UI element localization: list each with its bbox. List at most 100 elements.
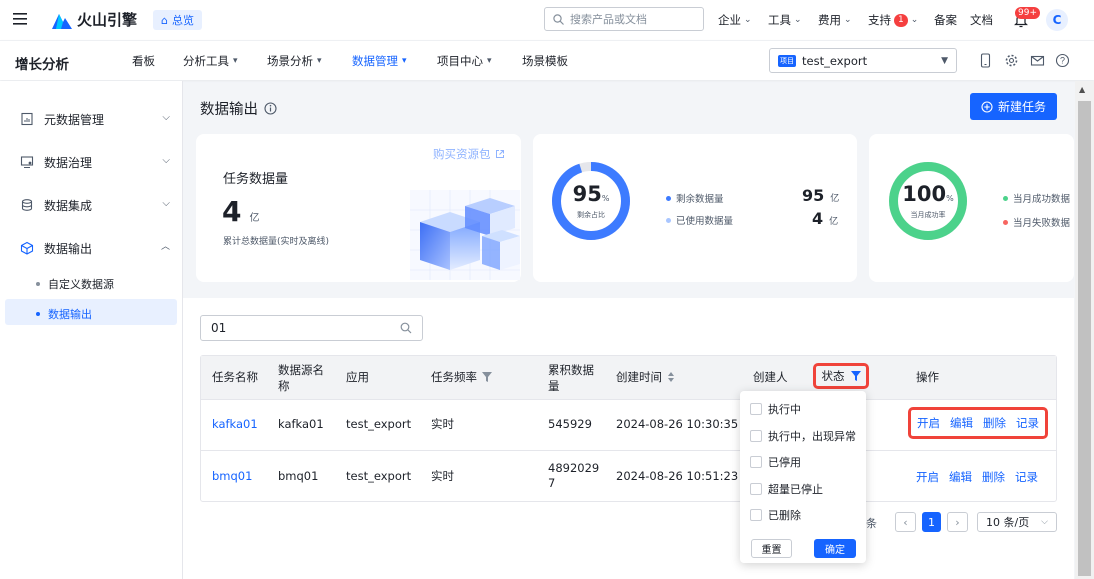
task-volume-label: 任务数据量 (223, 172, 289, 187)
status-option-deleted[interactable]: 已删除 (750, 507, 801, 523)
search-input[interactable]: 搜索产品或文档 (544, 7, 704, 31)
sidebar-item-label: 数据治理 (44, 155, 93, 170)
sidebar-item-output[interactable]: 数据输出 ︿ (20, 238, 170, 258)
cell-source: kafka01 (278, 417, 324, 431)
table-row: bmq01 bmq01 test_export 实时 4892029 7 2024… (201, 450, 1056, 501)
checkbox[interactable] (750, 483, 762, 495)
monitor-icon (20, 156, 34, 168)
tab-dashboard[interactable]: 看板 (132, 53, 155, 69)
row-operations: 开启 编辑 删除 记录 (917, 415, 1039, 431)
task-name-link[interactable]: kafka01 (212, 417, 258, 432)
cell-created: 2024-08-26 10:51:23 (616, 469, 739, 483)
mobile-icon[interactable] (978, 53, 993, 68)
remaining-ring: 95% 剩余占比 (551, 161, 631, 241)
nav-docs[interactable]: 文档 (970, 12, 993, 28)
sidebar-item-integration[interactable]: 数据集成 ⌵ (20, 195, 170, 215)
remaining-ring-label: 剩余占比 (577, 211, 605, 219)
remaining-ring-value: 95% (572, 182, 610, 206)
help-icon[interactable]: ? (1055, 53, 1070, 68)
edit-button[interactable]: 编辑 (949, 469, 972, 485)
support-badge: 1 (894, 13, 908, 27)
tab-scenario-analysis[interactable]: 场景分析 ▾ (267, 53, 322, 69)
app-nav-bar: 增长分析 看板 分析工具 ▾ 场景分析 ▾ 数据管理 ▾ 项目中心 ▾ 场景模板 项目 … (0, 40, 1094, 80)
sidebar-item-governance[interactable]: 数据治理 ⌵ (20, 152, 170, 172)
checkbox[interactable] (750, 403, 762, 415)
checkbox[interactable] (750, 509, 762, 521)
sidebar-sub-custom-source[interactable]: 自定义数据源 (36, 276, 114, 292)
remaining-value: 95 亿 (802, 186, 840, 205)
nav-tools[interactable]: 工具 ⌄ (768, 12, 802, 28)
search-placeholder: 搜索产品或文档 (570, 13, 647, 26)
search-icon[interactable] (400, 322, 412, 334)
success-ring-label: 当月成功率 (910, 211, 946, 219)
prev-page-button[interactable]: ‹ (895, 512, 916, 532)
tab-project-center[interactable]: 项目中心 ▾ (437, 53, 492, 69)
status-option-over-limit[interactable]: 超量已停止 (750, 481, 823, 497)
next-page-button[interactable]: › (947, 512, 968, 532)
cell-source: bmq01 (278, 469, 319, 483)
edit-button[interactable]: 编辑 (950, 415, 973, 431)
sidebar-sub-data-output[interactable]: 数据输出 (36, 306, 92, 322)
cube-icon (20, 241, 34, 255)
chevron-down-icon: ⌵ (1041, 517, 1048, 527)
sort-icon[interactable] (667, 371, 675, 383)
sidebar-item-metadata[interactable]: 元数据管理 ⌵ (20, 109, 170, 129)
delete-button[interactable]: 删除 (983, 415, 1006, 431)
task-name-link[interactable]: bmq01 (212, 469, 252, 484)
mail-icon[interactable] (1030, 53, 1045, 68)
col-status: 状态 (821, 369, 845, 383)
task-search-input[interactable]: 01 (200, 315, 423, 341)
status-option-stopped[interactable]: 已停用 (750, 454, 801, 470)
tab-data-management[interactable]: 数据管理 ▾ (352, 53, 407, 69)
enable-button[interactable]: 开启 (917, 415, 940, 431)
confirm-button[interactable]: 确定 (814, 539, 856, 558)
record-button[interactable]: 记录 (1016, 415, 1039, 431)
checkbox[interactable] (750, 456, 762, 468)
scrollbar-thumb[interactable] (1078, 101, 1091, 576)
nav-billing[interactable]: 费用 ⌄ (818, 12, 852, 28)
nav-filing[interactable]: 备案 (934, 12, 957, 28)
info-icon[interactable] (264, 102, 277, 115)
nav-support[interactable]: 支持 1 ⌄ (868, 12, 918, 28)
page-size-select[interactable]: 10 条/页 ⌵ (977, 512, 1057, 532)
cell-app: test_export (346, 417, 412, 431)
plus-circle-icon (981, 100, 993, 113)
tab-scenario-templates[interactable]: 场景模板 (522, 53, 568, 69)
overview-label: 总览 (171, 14, 194, 27)
chevron-down-icon: ⌵ (162, 112, 170, 123)
legend-dot (1003, 195, 1008, 201)
filter-icon[interactable] (482, 372, 492, 382)
page-current[interactable]: 1 (922, 512, 941, 532)
gear-icon[interactable] (1004, 53, 1019, 68)
avatar[interactable]: C (1046, 9, 1068, 31)
delete-button[interactable]: 删除 (982, 469, 1005, 485)
status-option-running-error[interactable]: 执行中，出现异常 (750, 428, 856, 444)
caret-down-icon: ▾ (317, 56, 322, 66)
status-option-running[interactable]: 执行中 (750, 401, 801, 417)
success-ring: 100% 当月成功率 (888, 161, 968, 241)
scroll-up-icon[interactable]: ▲ (1079, 85, 1085, 94)
col-status-filter-highlight[interactable]: 状态 (813, 363, 869, 389)
record-button[interactable]: 记录 (1015, 469, 1038, 485)
project-name: test_export (802, 53, 868, 68)
brand-name: 火山引擎 (77, 11, 138, 29)
new-task-button[interactable]: 新建任务 (970, 93, 1057, 120)
col-task-name: 任务名称 (212, 370, 258, 384)
project-select[interactable]: 项目 test_export ▼ (769, 48, 957, 73)
sidebar-sub-label: 数据输出 (48, 308, 92, 321)
checkbox[interactable] (750, 430, 762, 442)
buy-resource-link[interactable]: 购买资源包 (433, 146, 505, 162)
enable-button[interactable]: 开启 (916, 469, 939, 485)
col-creator: 创建人 (753, 370, 788, 384)
cell-frequency: 实时 (431, 469, 454, 483)
overview-chip[interactable]: ⌂ 总览 (153, 10, 202, 30)
reset-button[interactable]: 重置 (751, 539, 792, 558)
chevron-down-icon: ⌄ (794, 15, 802, 25)
nav-enterprise[interactable]: 企业 ⌄ (718, 12, 752, 28)
filter-icon[interactable] (850, 371, 861, 381)
pagination-total: 条 (866, 517, 877, 530)
sidebar-item-label: 数据输出 (44, 241, 93, 256)
brand-logo[interactable]: 火山引擎 (52, 9, 137, 30)
hamburger-menu-icon[interactable] (13, 12, 29, 26)
tab-analysis-tools[interactable]: 分析工具 ▾ (183, 53, 238, 69)
